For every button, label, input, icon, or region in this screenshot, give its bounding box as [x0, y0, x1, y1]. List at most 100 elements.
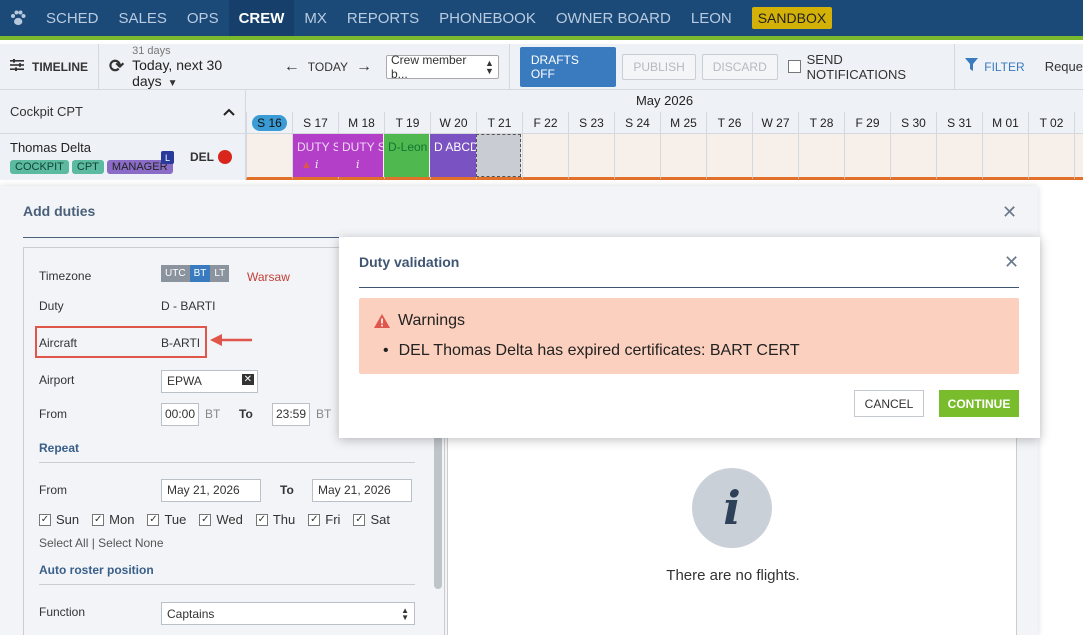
- check-icon[interactable]: ✓: [255, 513, 268, 526]
- duty-block[interactable]: D-Leon: [384, 134, 429, 177]
- weekday-checkboxes: ✓ Sun ✓ Mon ✓ Tue ✓ Wed ✓ Thu ✓ Fri ✓ Sat: [39, 512, 390, 527]
- notifications-checkbox[interactable]: [787, 60, 801, 73]
- close-icon[interactable]: ✕: [1002, 202, 1017, 223]
- day-header: T 28: [798, 112, 844, 133]
- check-icon[interactable]: ✓: [353, 513, 366, 526]
- draft-duty-block[interactable]: [476, 134, 521, 177]
- day-cell[interactable]: [246, 134, 292, 180]
- to-time-input[interactable]: 23:59: [272, 403, 310, 426]
- today-button[interactable]: TODAY: [308, 60, 348, 74]
- day-header: W 27: [752, 112, 798, 133]
- paw-logo-icon[interactable]: [0, 0, 36, 36]
- day-header: M 25: [660, 112, 706, 133]
- tz-utc[interactable]: UTC: [161, 265, 190, 282]
- date-range-picker[interactable]: 31 days Today, next 30 days ▼: [132, 45, 270, 89]
- crew-row[interactable]: Thomas Delta COCKPIT CPT MANAGER L DEL: [0, 134, 245, 180]
- timezone-label: Timezone: [39, 269, 92, 283]
- arrow-right-icon[interactable]: →: [356, 58, 372, 76]
- check-icon[interactable]: ✓: [92, 513, 105, 526]
- crew-member-select[interactable]: Crew member b... ▲ ▼: [385, 53, 499, 81]
- check-icon[interactable]: ✓: [39, 513, 51, 526]
- check-icon[interactable]: ✓: [199, 513, 212, 526]
- nav-sales[interactable]: SALES: [109, 0, 177, 36]
- drafts-toggle-button[interactable]: DRAFTS OFF: [519, 46, 617, 87]
- nav-phonebook[interactable]: PHONEBOOK: [429, 0, 546, 36]
- nav-ops[interactable]: OPS: [177, 0, 229, 36]
- repeat-from-input[interactable]: May 21, 2026: [161, 479, 261, 502]
- day-cell[interactable]: [706, 134, 752, 180]
- continue-button[interactable]: CONTINUE: [939, 390, 1019, 417]
- send-notifications-option[interactable]: SEND NOTIFICATIONS: [787, 43, 956, 90]
- check-icon[interactable]: ✓: [308, 513, 321, 526]
- day-cell[interactable]: [1028, 134, 1074, 180]
- arrow-left-icon[interactable]: ←: [284, 58, 300, 76]
- weekday-option[interactable]: ✓ Thu: [255, 512, 295, 527]
- nav-mx[interactable]: MX: [294, 0, 337, 36]
- nav-crew[interactable]: CREW: [228, 0, 295, 36]
- nav-leon[interactable]: LEON: [681, 0, 742, 36]
- day-header: S 31: [936, 112, 982, 133]
- nav-owner-board[interactable]: OWNER BOARD: [546, 0, 681, 36]
- refresh-icon[interactable]: ⟳: [109, 56, 124, 77]
- day-header: S 16: [246, 112, 292, 133]
- cancel-button[interactable]: CANCEL: [854, 390, 924, 417]
- day-header: M 18: [338, 112, 384, 133]
- form-scrollbar[interactable]: [434, 426, 442, 589]
- tz-lt[interactable]: LT: [210, 265, 230, 282]
- day-header: F 29: [844, 112, 890, 133]
- select-all-none-links[interactable]: Select All | Select None: [39, 536, 164, 550]
- day-cell[interactable]: [936, 134, 982, 180]
- day-cell[interactable]: [614, 134, 660, 180]
- timeline-menu[interactable]: TIMELINE: [0, 43, 99, 90]
- day-cell[interactable]: [844, 134, 890, 180]
- nav-reports[interactable]: REPORTS: [337, 0, 429, 36]
- day-cell[interactable]: [752, 134, 798, 180]
- filter-label: FILTER: [984, 59, 1025, 74]
- no-flights-message: There are no flights.: [666, 567, 800, 584]
- nav-sched[interactable]: SCHED: [36, 0, 109, 36]
- day-header: S 23: [568, 112, 614, 133]
- close-icon[interactable]: ✕: [1004, 252, 1019, 273]
- day-cell[interactable]: [798, 134, 844, 180]
- chevron-up-icon[interactable]: [223, 104, 235, 119]
- bullet-icon: •: [383, 342, 389, 359]
- from-time-input[interactable]: 00:00: [161, 403, 199, 426]
- duty-block[interactable]: DUTY S i: [338, 134, 383, 177]
- weekday-option[interactable]: ✓ Mon: [92, 512, 134, 527]
- section-divider: [39, 462, 415, 463]
- weekday-option[interactable]: ✓ Sat: [353, 512, 390, 527]
- red-arrow-icon: [210, 334, 252, 346]
- day-cell[interactable]: [568, 134, 614, 180]
- tz-bt[interactable]: BT: [189, 265, 211, 282]
- check-icon[interactable]: ✓: [147, 513, 160, 526]
- requests-tab[interactable]: Reque: [1045, 59, 1083, 74]
- day-cell[interactable]: [660, 134, 706, 180]
- repeat-to-input[interactable]: May 21, 2026: [312, 479, 412, 502]
- filter-button[interactable]: FILTER: [965, 58, 1025, 75]
- publish-button[interactable]: PUBLISH: [622, 53, 696, 80]
- day-cell[interactable]: [1074, 134, 1083, 180]
- weekday-option[interactable]: ✓ Tue: [147, 512, 186, 527]
- clear-icon[interactable]: ✕: [241, 374, 254, 385]
- day-cell[interactable]: [982, 134, 1028, 180]
- duty-label: D-Leon: [388, 140, 428, 154]
- group-header[interactable]: Cockpit CPT: [0, 90, 245, 134]
- timezone-toggle[interactable]: UTC BT LT: [161, 265, 230, 282]
- function-select[interactable]: Captains ▲ ▼: [161, 602, 415, 625]
- airport-input[interactable]: EPWA ✕: [161, 370, 258, 393]
- day-cell[interactable]: [890, 134, 936, 180]
- sandbox-badge: SANDBOX: [751, 7, 833, 29]
- discard-button[interactable]: DISCARD: [701, 53, 778, 80]
- duty-block[interactable]: DUTY S ▲ i: [293, 134, 338, 177]
- weekday-option[interactable]: ✓ Wed: [199, 512, 243, 527]
- weekday-option[interactable]: ✓ Fri: [308, 512, 340, 527]
- duty-label: DUTY S: [342, 140, 383, 154]
- duty-label: D ABCDE: [434, 140, 476, 154]
- day-header: W: [1074, 112, 1083, 133]
- warnings-title: Warnings: [398, 312, 465, 329]
- day-cell[interactable]: [522, 134, 568, 180]
- top-navigation: SCHED SALES OPS CREW MX REPORTS PHONEBOO…: [0, 0, 1083, 40]
- crew-list-panel: Cockpit CPT Thomas Delta COCKPIT CPT MAN…: [0, 90, 246, 180]
- weekday-option[interactable]: ✓ Sun: [39, 512, 79, 527]
- duty-block[interactable]: D ABCDE: [430, 134, 476, 177]
